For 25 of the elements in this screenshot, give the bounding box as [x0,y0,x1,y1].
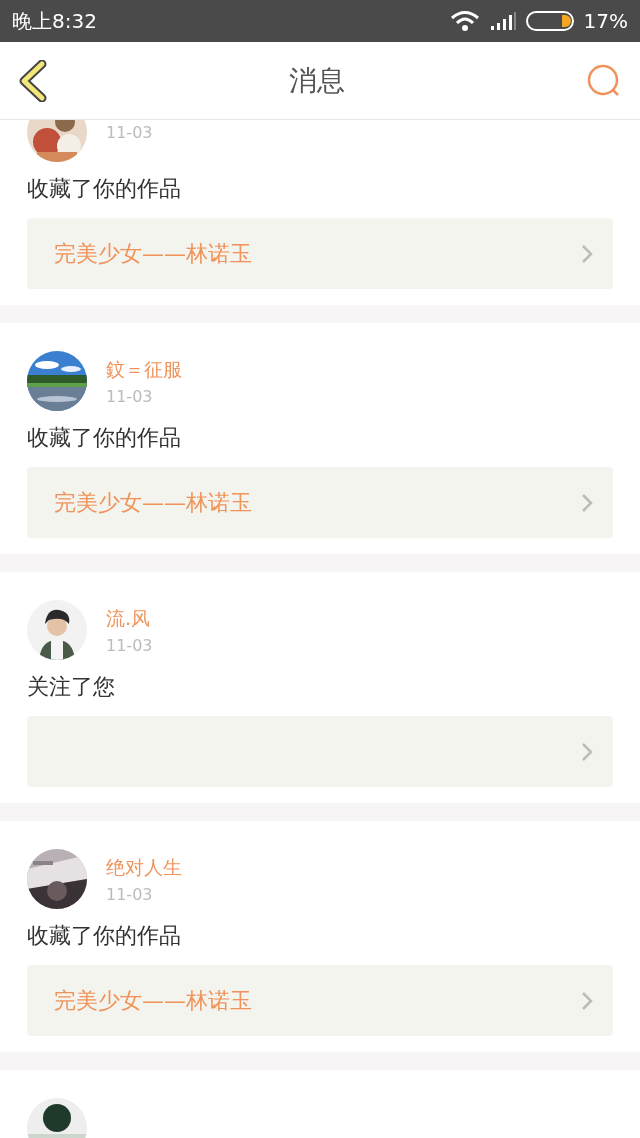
user-name[interactable]: 绝对人生 [106,854,182,881]
signal-icon [489,12,516,30]
work-link[interactable]: 完美少女——林诺玉 [27,965,613,1036]
work-link[interactable]: 完美少女——林诺玉 [27,218,613,289]
battery-percent: 17% [583,9,628,33]
work-link[interactable]: 完美少女——林诺玉 [27,467,613,538]
user-name[interactable]: 流.风 [106,605,153,632]
message-text: 收藏了你的作品 [27,175,182,203]
wifi-icon [449,10,480,32]
message-text: 收藏了你的作品 [27,424,182,452]
chevron-icon [581,990,593,1011]
user-name[interactable]: 鈫＝征服 [106,356,182,383]
status-time: 晚上8:32 [12,7,97,35]
chevron-icon [581,243,593,264]
back-icon[interactable] [18,59,48,102]
battery-icon [525,11,574,31]
message-date: 11-03 [106,122,153,142]
chevron-icon [581,741,593,762]
message-date: 11-03 [106,635,153,655]
message-text: 关注了您 [27,673,116,701]
chevron-icon [581,492,593,513]
message-date: 11-03 [106,884,154,904]
page-title: 消息 [288,62,346,99]
message-text: 收藏了你的作品 [27,922,182,950]
message-date: 11-03 [106,386,154,406]
